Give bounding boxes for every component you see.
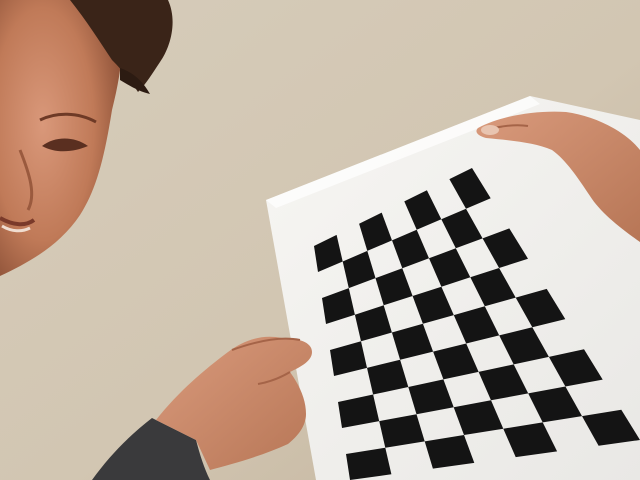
photo-scene bbox=[0, 0, 640, 480]
